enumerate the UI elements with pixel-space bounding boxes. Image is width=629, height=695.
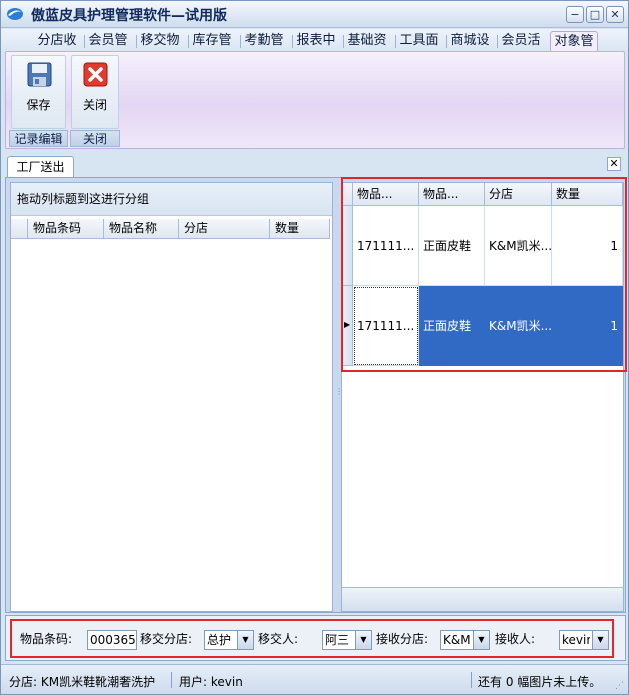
status-divider xyxy=(171,672,172,688)
tab-member-activity[interactable]: 会员活 xyxy=(497,31,543,51)
tab-mall-settings[interactable]: 商城设 xyxy=(446,31,492,51)
column-header-store[interactable]: 分店 xyxy=(179,219,270,238)
minimize-button[interactable]: − xyxy=(566,6,584,23)
tab-attendance[interactable]: 考勤管 xyxy=(240,31,286,51)
window-title: 傲蓝皮具护理管理软件—试用版 xyxy=(31,8,227,24)
close-doc-button[interactable]: 关闭 xyxy=(71,55,119,129)
column-header-item-name[interactable]: 物品名称 xyxy=(104,219,179,238)
tab-factory-send[interactable]: 工厂送出 xyxy=(7,156,74,178)
close-button[interactable]: ✕ xyxy=(606,6,624,23)
maximize-button[interactable]: □ xyxy=(586,6,604,23)
horizontal-scrollbar[interactable] xyxy=(342,587,623,611)
highlight-box-grid xyxy=(341,177,627,372)
red-x-close-icon xyxy=(83,62,108,87)
tab-tools[interactable]: 工具面 xyxy=(395,31,441,51)
save-label: 保存 xyxy=(26,98,51,112)
tab-object-manage[interactable]: 对象管 xyxy=(550,31,598,51)
tab-base-data[interactable]: 基础资 xyxy=(343,31,389,51)
floppy-disk-icon xyxy=(27,62,52,87)
ribbon-tab-bar: 分店收 会员管 移交物 库存管 考勤管 报表中 基础资 工具面 商城设 会员活 … xyxy=(1,29,628,51)
close-label: 关闭 xyxy=(82,98,107,112)
resize-grip-icon[interactable]: ⋰ xyxy=(615,681,624,691)
app-logo-icon xyxy=(7,8,23,20)
header-indicator xyxy=(11,219,28,238)
group-label-record-edit: 记录编辑 xyxy=(9,130,68,147)
group-by-hint: 拖动列标题到这进行分组 xyxy=(11,183,332,216)
highlight-box-filters xyxy=(10,619,614,658)
column-header-qty[interactable]: 数量 xyxy=(270,219,330,238)
close-doc-icon[interactable]: ✕ xyxy=(607,157,621,171)
tab-inventory[interactable]: 库存管 xyxy=(188,31,234,51)
status-upload: 还有 0 幅图片未上传。 xyxy=(478,675,602,689)
ribbon-panel: 保存 关闭 记录编辑 关闭 xyxy=(5,51,625,149)
splitter-handle[interactable]: ⋮ xyxy=(335,388,343,405)
tab-store-receive[interactable]: 分店收 xyxy=(35,31,79,51)
title-bar[interactable]: 傲蓝皮具护理管理软件—试用版 − □ ✕ xyxy=(1,1,628,28)
status-divider xyxy=(471,672,472,688)
left-grid-header: 物品条码 物品名称 分店 数量 xyxy=(11,219,330,239)
group-label-close: 关闭 xyxy=(70,130,120,147)
tab-transfer-items[interactable]: 移交物 xyxy=(136,31,182,51)
column-header-item-code[interactable]: 物品条码 xyxy=(28,219,104,238)
status-store: 分店: KM凯米鞋靴潮奢洗护 xyxy=(9,675,156,689)
tab-member-manage[interactable]: 会员管 xyxy=(84,31,130,51)
left-grid[interactable]: 拖动列标题到这进行分组 物品条码 物品名称 分店 数量 xyxy=(10,182,333,612)
app-window: 傲蓝皮具护理管理软件—试用版 − □ ✕ 分店收 会员管 移交物 库存管 考勤管… xyxy=(0,0,629,695)
status-bar: 分店: KM凯米鞋靴潮奢洗护 用户: kevin 还有 0 幅图片未上传。 ⋰ xyxy=(1,664,628,694)
status-user: 用户: kevin xyxy=(179,675,243,689)
tab-reports[interactable]: 报表中 xyxy=(292,31,338,51)
save-button[interactable]: 保存 xyxy=(11,55,66,129)
